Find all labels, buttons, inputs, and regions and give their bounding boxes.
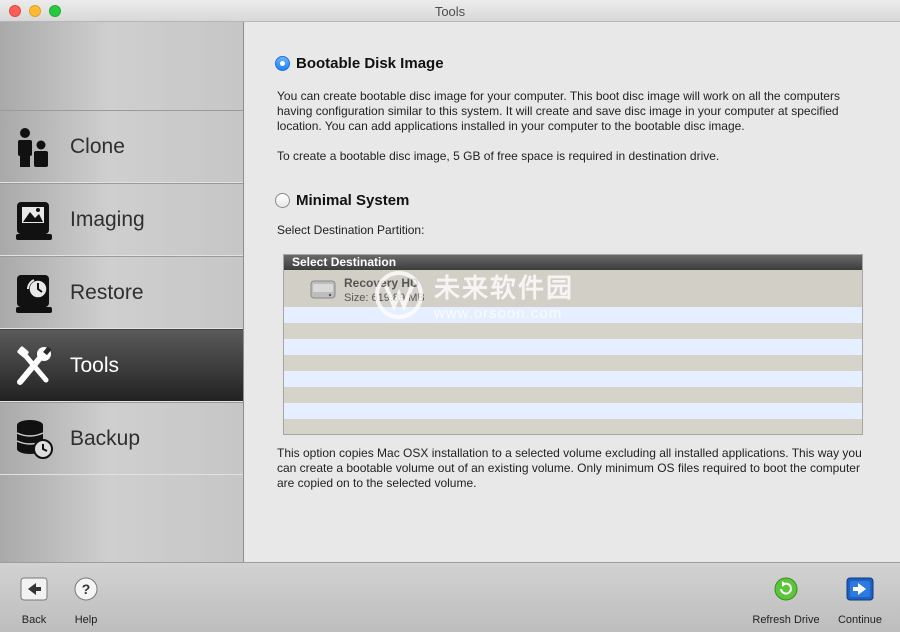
back-arrow-icon [20,577,48,601]
minimal-system-radio[interactable] [275,193,290,208]
tools-panel: Bootable Disk Image You can create boota… [245,22,900,562]
sidebar-item-clone[interactable]: Clone [0,110,243,183]
list-item [284,339,862,355]
list-item [284,371,862,387]
sidebar-item-imaging[interactable]: Imaging [0,183,243,256]
back-button[interactable]: Back [4,577,64,626]
continue-button[interactable]: Continue [830,577,890,626]
bootable-disk-image-label: Bootable Disk Image [296,55,444,72]
drive-size: Size: 619.89 MB [344,292,425,304]
destination-list[interactable]: Select Destination Recovery HD Size: 619… [283,254,863,435]
minimal-system-label: Minimal System [296,192,410,209]
imaging-icon [16,202,52,240]
help-icon: ? [74,577,98,601]
list-item [284,403,862,419]
list-item [284,355,862,371]
option-minimal-system[interactable]: Minimal System [275,192,409,209]
continue-arrow-icon [846,577,874,601]
sidebar-item-label: Clone [70,135,125,158]
list-item [284,323,862,339]
refresh-drive-label: Refresh Drive [752,614,820,626]
list-item [284,307,862,323]
destination-prompt: Select Destination Partition: [277,223,425,237]
continue-label: Continue [837,614,883,626]
sidebar-item-tools[interactable]: Tools [0,329,243,402]
help-label: Help [74,614,98,626]
hard-drive-icon [310,280,336,299]
destination-list-header: Select Destination [284,255,862,270]
refresh-icon [774,577,798,601]
title-bar: Tools [0,0,900,22]
clone-icon [18,128,48,167]
list-item [284,387,862,403]
minimal-system-description: This option copies Mac OSX installation … [277,446,862,490]
refresh-drive-button[interactable]: Refresh Drive [748,577,824,626]
sidebar-item-backup[interactable]: Backup [0,402,243,475]
sidebar-item-restore[interactable]: Restore [0,256,243,329]
restore-icon [16,275,52,313]
sidebar-item-label: Backup [70,427,141,450]
sidebar-item-label: Tools [70,354,120,377]
window-title: Tools [434,4,466,19]
svg-text:?: ? [82,581,91,597]
bootable-disk-image-description: You can create bootable disc image for y… [277,89,840,133]
drive-row-recovery-hd[interactable]: Recovery HD Size: 619.89 MB [284,270,862,307]
help-button[interactable]: ? Help [56,577,116,626]
drive-name: Recovery HD [344,276,419,290]
sidebar-item-label: Restore [70,281,144,304]
tools-icon [17,346,52,385]
option-bootable-disk-image[interactable]: Bootable Disk Image [275,55,444,72]
sidebar: Clone Imaging Restore Tools Backup [0,22,244,562]
bootable-disk-image-requirement: To create a bootable disc image, 5 GB of… [277,149,720,163]
backup-icon [16,420,53,459]
back-label: Back [21,614,47,626]
list-item [284,419,862,434]
sidebar-item-label: Imaging [70,208,145,231]
bootable-disk-image-radio[interactable] [275,56,290,71]
bottom-toolbar: Back ? Help Refresh Drive Continue [0,562,900,632]
